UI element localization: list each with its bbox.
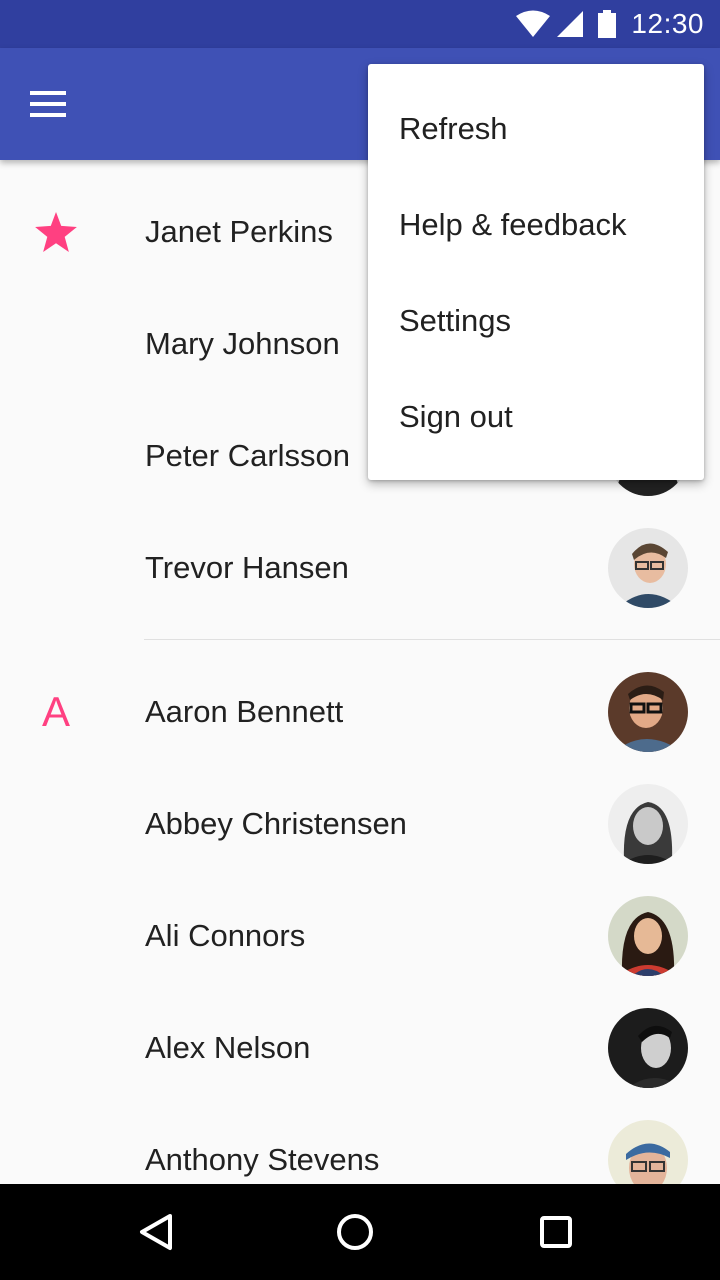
status-icons: 12:30	[515, 0, 704, 48]
section-divider	[144, 639, 720, 640]
signal-icon	[555, 9, 585, 39]
list-item[interactable]: Abbey Christensen	[0, 768, 720, 880]
menu-item-refresh[interactable]: Refresh	[368, 81, 704, 177]
list-item[interactable]: A Aaron Bennett	[0, 656, 720, 768]
list-item[interactable]: Ali Connors	[0, 880, 720, 992]
wifi-icon	[515, 9, 551, 39]
star-icon	[32, 208, 80, 256]
contact-name: Peter Carlsson	[145, 438, 351, 473]
section-letter: A	[41, 688, 70, 735]
back-icon[interactable]	[132, 1208, 180, 1256]
contact-name: Abbey Christensen	[145, 806, 407, 841]
avatar	[608, 784, 688, 864]
contact-name: Trevor Hansen	[145, 550, 349, 585]
menu-item-sign-out[interactable]: Sign out	[368, 369, 704, 465]
hamburger-menu-icon[interactable]	[24, 80, 72, 128]
list-item[interactable]: Alex Nelson	[0, 992, 720, 1104]
contact-name: Mary Johnson	[145, 326, 340, 361]
status-time: 12:30	[631, 8, 704, 39]
recents-icon[interactable]	[532, 1208, 580, 1256]
avatar	[608, 1008, 688, 1088]
contact-name: Alex Nelson	[145, 1030, 311, 1065]
contact-name: Janet Perkins	[145, 214, 333, 249]
contact-name: Aaron Bennett	[145, 694, 344, 729]
overflow-menu: Refresh Help & feedback Settings Sign ou…	[368, 64, 704, 480]
menu-item-settings[interactable]: Settings	[368, 273, 704, 369]
list-item[interactable]: Trevor Hansen	[0, 512, 720, 624]
contact-name: Anthony Stevens	[145, 1142, 380, 1177]
avatar	[608, 528, 688, 608]
battery-icon	[597, 9, 617, 39]
avatar	[608, 672, 688, 752]
home-icon[interactable]	[331, 1208, 379, 1256]
status-bar: 12:30	[0, 0, 720, 48]
navigation-bar	[0, 1184, 720, 1280]
avatar	[608, 896, 688, 976]
contact-name: Ali Connors	[145, 918, 306, 953]
menu-item-help-feedback[interactable]: Help & feedback	[368, 177, 704, 273]
